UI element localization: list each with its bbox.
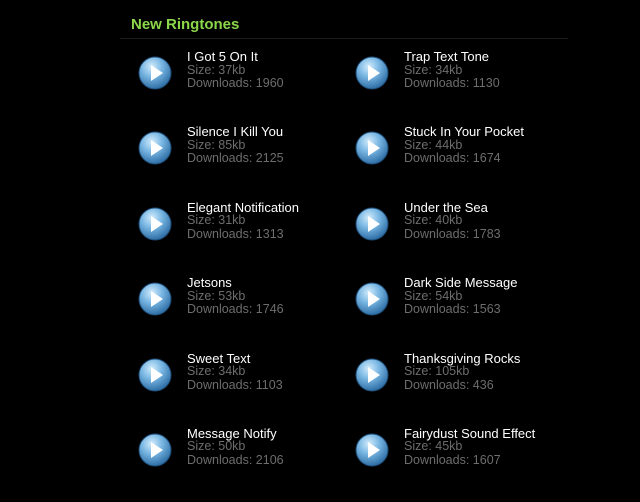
ringtone-info: Elegant Notification Size: 31kb Download…	[187, 201, 299, 242]
ringtone-info: Silence I Kill You Size: 85kb Downloads:…	[187, 125, 284, 166]
ringtone-downloads: Downloads: 1130	[404, 76, 500, 90]
ringtone-size: Size: 34kb	[404, 62, 463, 77]
ringtone-grid: I Got 5 On It Size: 37kb Downloads: 1960…	[138, 50, 570, 502]
ringtone-item[interactable]: Elegant Notification Size: 31kb Download…	[138, 201, 355, 276]
ringtone-item[interactable]: Stuck In Your Pocket Size: 44kb Download…	[355, 125, 570, 200]
ringtone-downloads: Downloads: 1674	[404, 151, 501, 166]
ringtone-info: I Got 5 On It Size: 37kb Downloads: 1960	[187, 50, 284, 91]
ringtone-downloads: Downloads: 2106	[187, 452, 284, 467]
ringtone-name[interactable]: I Got 5 On It	[187, 50, 284, 64]
ringtone-item[interactable]: Trap Text Tone Size: 34kb Downloads: 113…	[355, 50, 570, 125]
ringtone-info: Sweet Text Size: 34kb Downloads: 1103	[187, 352, 283, 393]
ringtone-info: Thanksgiving Rocks Size: 105kb Downloads…	[404, 352, 520, 393]
ringtone-info: Fairydust Sound Effect Size: 45kb Downlo…	[404, 427, 535, 468]
ringtone-size: Size: 44kb	[404, 137, 463, 152]
section-title: New Ringtones	[131, 16, 240, 33]
play-button-icon[interactable]	[138, 427, 172, 472]
new-ringtones-panel: New Ringtones I Got 5 On It Size: 37kb D…	[120, 0, 570, 488]
ringtone-size: Size: 31kb	[187, 213, 246, 228]
ringtone-size: Size: 37kb	[187, 62, 246, 77]
play-button-icon[interactable]	[138, 352, 172, 397]
ringtone-downloads: Downloads: 1563	[404, 302, 501, 317]
ringtone-info: Trap Text Tone Size: 34kb Downloads: 113…	[404, 50, 500, 91]
ringtone-item[interactable]: Fairydust Sound Effect Size: 45kb Downlo…	[355, 427, 570, 502]
ringtone-name[interactable]: Jetsons	[187, 276, 284, 290]
ringtone-size: Size: 34kb	[187, 364, 246, 379]
ringtone-name[interactable]: Sweet Text	[187, 352, 283, 366]
play-button-icon[interactable]	[138, 276, 172, 321]
ringtone-downloads: Downloads: 1607	[404, 452, 501, 467]
ringtone-downloads: Downloads: 1783	[404, 226, 501, 241]
ringtone-size: Size: 54kb	[404, 288, 463, 303]
ringtone-name[interactable]: Stuck In Your Pocket	[404, 125, 524, 139]
ringtone-info: Dark Side Message Size: 54kb Downloads: …	[404, 276, 517, 317]
ringtone-downloads: Downloads: 2125	[187, 151, 284, 166]
play-button-icon[interactable]	[355, 427, 389, 472]
ringtone-info: Jetsons Size: 53kb Downloads: 1746	[187, 276, 284, 317]
ringtone-info: Stuck In Your Pocket Size: 44kb Download…	[404, 125, 524, 166]
ringtone-item[interactable]: Under the Sea Size: 40kb Downloads: 1783	[355, 201, 570, 276]
ringtone-info: Under the Sea Size: 40kb Downloads: 1783	[404, 201, 501, 242]
ringtone-size: Size: 53kb	[187, 288, 246, 303]
ringtone-item[interactable]: Sweet Text Size: 34kb Downloads: 1103	[138, 352, 355, 427]
ringtone-size: Size: 40kb	[404, 213, 463, 228]
ringtone-downloads: Downloads: 1746	[187, 302, 284, 317]
ringtone-item[interactable]: Thanksgiving Rocks Size: 105kb Downloads…	[355, 352, 570, 427]
ringtone-name[interactable]: Trap Text Tone	[404, 50, 500, 64]
play-button-icon[interactable]	[138, 201, 172, 246]
ringtone-name[interactable]: Message Notify	[187, 427, 284, 441]
play-button-icon[interactable]	[355, 352, 389, 397]
ringtone-downloads: Downloads: 436	[404, 377, 494, 392]
ringtone-name[interactable]: Elegant Notification	[187, 201, 299, 215]
ringtone-downloads: Downloads: 1103	[187, 377, 283, 392]
ringtone-name[interactable]: Fairydust Sound Effect	[404, 427, 535, 441]
ringtone-item[interactable]: Silence I Kill You Size: 85kb Downloads:…	[138, 125, 355, 200]
ringtone-name[interactable]: Under the Sea	[404, 201, 501, 215]
ringtone-downloads: Downloads: 1960	[187, 76, 284, 90]
divider	[120, 38, 568, 39]
ringtone-name[interactable]: Silence I Kill You	[187, 125, 284, 139]
ringtone-item[interactable]: Message Notify Size: 50kb Downloads: 210…	[138, 427, 355, 502]
play-button-icon[interactable]	[355, 50, 389, 95]
ringtone-size: Size: 50kb	[187, 439, 246, 454]
ringtone-size: Size: 85kb	[187, 137, 246, 152]
ringtone-downloads: Downloads: 1313	[187, 226, 284, 241]
play-button-icon[interactable]	[355, 276, 389, 321]
play-button-icon[interactable]	[355, 201, 389, 246]
ringtone-item[interactable]: Jetsons Size: 53kb Downloads: 1746	[138, 276, 355, 351]
ringtone-name[interactable]: Thanksgiving Rocks	[404, 352, 520, 366]
ringtone-info: Message Notify Size: 50kb Downloads: 210…	[187, 427, 284, 468]
play-button-icon[interactable]	[138, 125, 172, 170]
ringtone-item[interactable]: Dark Side Message Size: 54kb Downloads: …	[355, 276, 570, 351]
ringtone-item[interactable]: I Got 5 On It Size: 37kb Downloads: 1960	[138, 50, 355, 125]
play-button-icon[interactable]	[355, 125, 389, 170]
ringtone-size: Size: 45kb	[404, 439, 463, 454]
ringtone-name[interactable]: Dark Side Message	[404, 276, 517, 290]
ringtone-size: Size: 105kb	[404, 364, 470, 379]
play-button-icon[interactable]	[138, 50, 172, 95]
